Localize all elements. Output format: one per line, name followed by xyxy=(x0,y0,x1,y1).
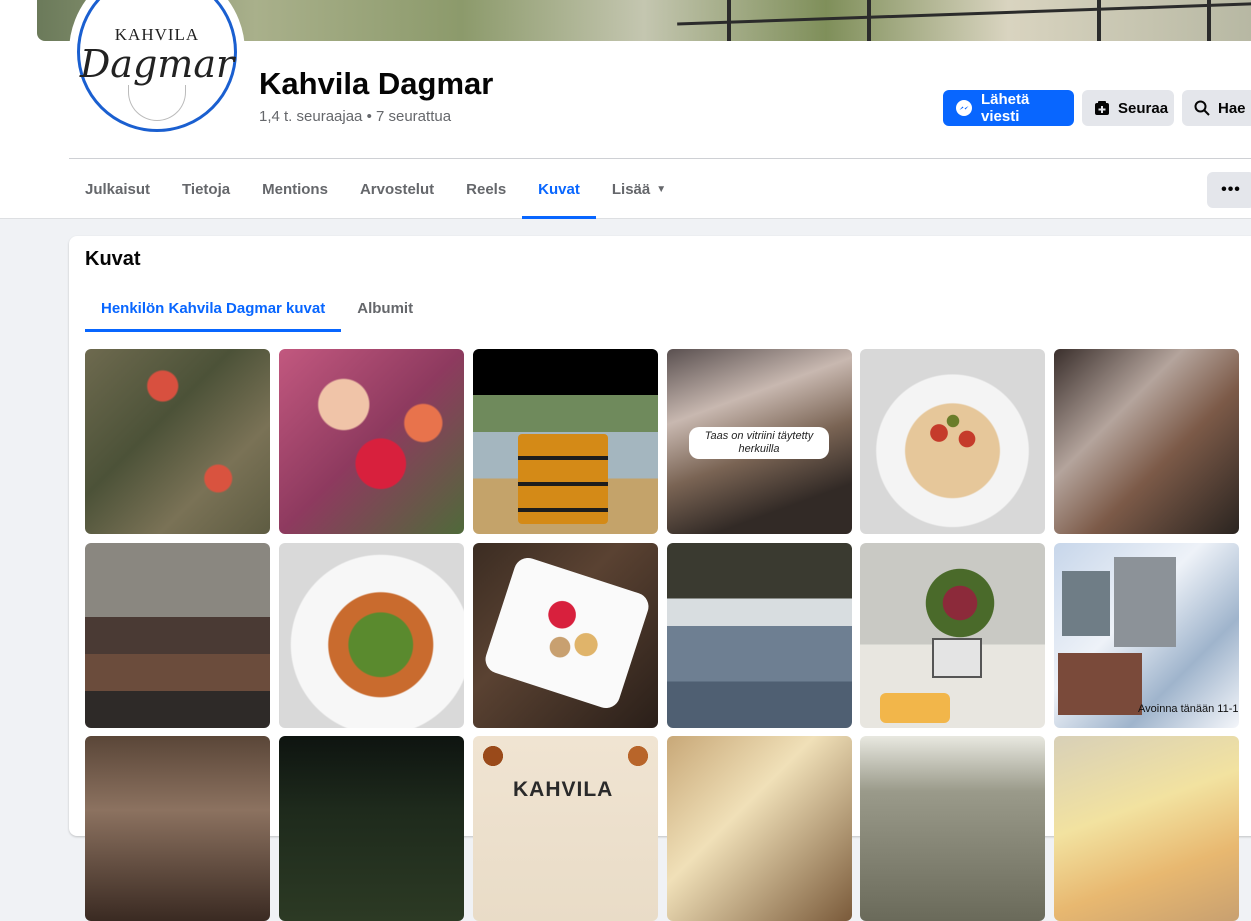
photo-dark-window[interactable] xyxy=(279,736,464,921)
messenger-icon xyxy=(955,99,973,117)
subtab-albums[interactable]: Albumit xyxy=(341,284,429,332)
photo-display-case[interactable]: Taas on vitriini täytetty herkuilla xyxy=(667,349,852,534)
photo-pastries[interactable] xyxy=(667,736,852,921)
follow-label: Seuraa xyxy=(1118,99,1169,117)
photos-card: Kuvat Henkilön Kahvila Dagmar kuvat Albu… xyxy=(69,236,1251,921)
page-stats[interactable]: 1,4 t. seuraajaa • 7 seurattua xyxy=(259,108,451,125)
logo-text-main: Dagmar xyxy=(79,42,235,86)
photo-river[interactable] xyxy=(667,543,852,728)
photo-tablecloth[interactable] xyxy=(1054,736,1239,921)
photo-caption-vitriini: Taas on vitriini täytetty herkuilla xyxy=(689,427,829,459)
photo-flowers[interactable] xyxy=(279,349,464,534)
photo-winter-collage[interactable]: Avoinna tänään 11-1 xyxy=(1054,543,1239,728)
tab-kuvat[interactable]: Kuvat xyxy=(522,159,596,219)
tab-mentions[interactable]: Mentions xyxy=(246,159,344,219)
tab-arvostelut[interactable]: Arvostelut xyxy=(344,159,450,219)
page-header: KAHVILA Dagmar Kahvila Dagmar 1,4 t. seu… xyxy=(0,0,1251,219)
search-button[interactable]: Hae xyxy=(1182,90,1251,126)
photo-kahvila-sign[interactable]: KAHVILA xyxy=(473,736,658,921)
page-title: Kahvila Dagmar xyxy=(259,66,494,101)
ellipsis-icon: ••• xyxy=(1221,181,1241,198)
photo-cake-plate[interactable] xyxy=(473,543,658,728)
subtab-page-photos[interactable]: Henkilön Kahvila Dagmar kuvat xyxy=(85,284,342,332)
search-label: Hae xyxy=(1218,99,1246,117)
tab-tietoja[interactable]: Tietoja xyxy=(166,159,246,219)
photo-mushrooms[interactable] xyxy=(85,349,270,534)
photo-display-case-2[interactable] xyxy=(1054,349,1239,534)
follow-button[interactable]: Seuraa xyxy=(1082,90,1174,126)
more-options-button[interactable]: ••• xyxy=(1207,172,1251,208)
photo-interior[interactable] xyxy=(85,736,270,921)
search-icon xyxy=(1194,100,1210,116)
send-message-label: Lähetä viesti xyxy=(981,91,1030,125)
photo-caption-avoinna: Avoinna tänään 11-1 xyxy=(1138,703,1239,715)
page-tabs: Julkaisut Tietoja Mentions Arvostelut Re… xyxy=(69,159,682,219)
photos-title: Kuvat xyxy=(85,248,141,270)
photo-salad[interactable] xyxy=(279,543,464,728)
photo-caption-kahvila: KAHVILA xyxy=(513,778,614,801)
tab-reels[interactable]: Reels xyxy=(450,159,522,219)
photo-plant-cafe[interactable] xyxy=(860,543,1045,728)
photos-subtabs: Henkilön Kahvila Dagmar kuvat Albumit xyxy=(85,284,429,332)
tab-lisaa[interactable]: Lisää ▼ xyxy=(596,159,682,219)
photo-pizza[interactable] xyxy=(860,349,1045,534)
send-message-button[interactable]: Lähetä viesti xyxy=(943,90,1074,126)
photo-shop-shelf[interactable] xyxy=(85,543,270,728)
follow-icon xyxy=(1094,100,1110,116)
photo-forest-path[interactable] xyxy=(860,736,1045,921)
tab-julkaisut[interactable]: Julkaisut xyxy=(69,159,166,219)
caret-down-icon: ▼ xyxy=(656,183,667,195)
photo-honey-jars[interactable] xyxy=(473,349,658,534)
page-avatar[interactable]: KAHVILA Dagmar xyxy=(69,0,245,140)
logo-ornament xyxy=(128,85,186,121)
